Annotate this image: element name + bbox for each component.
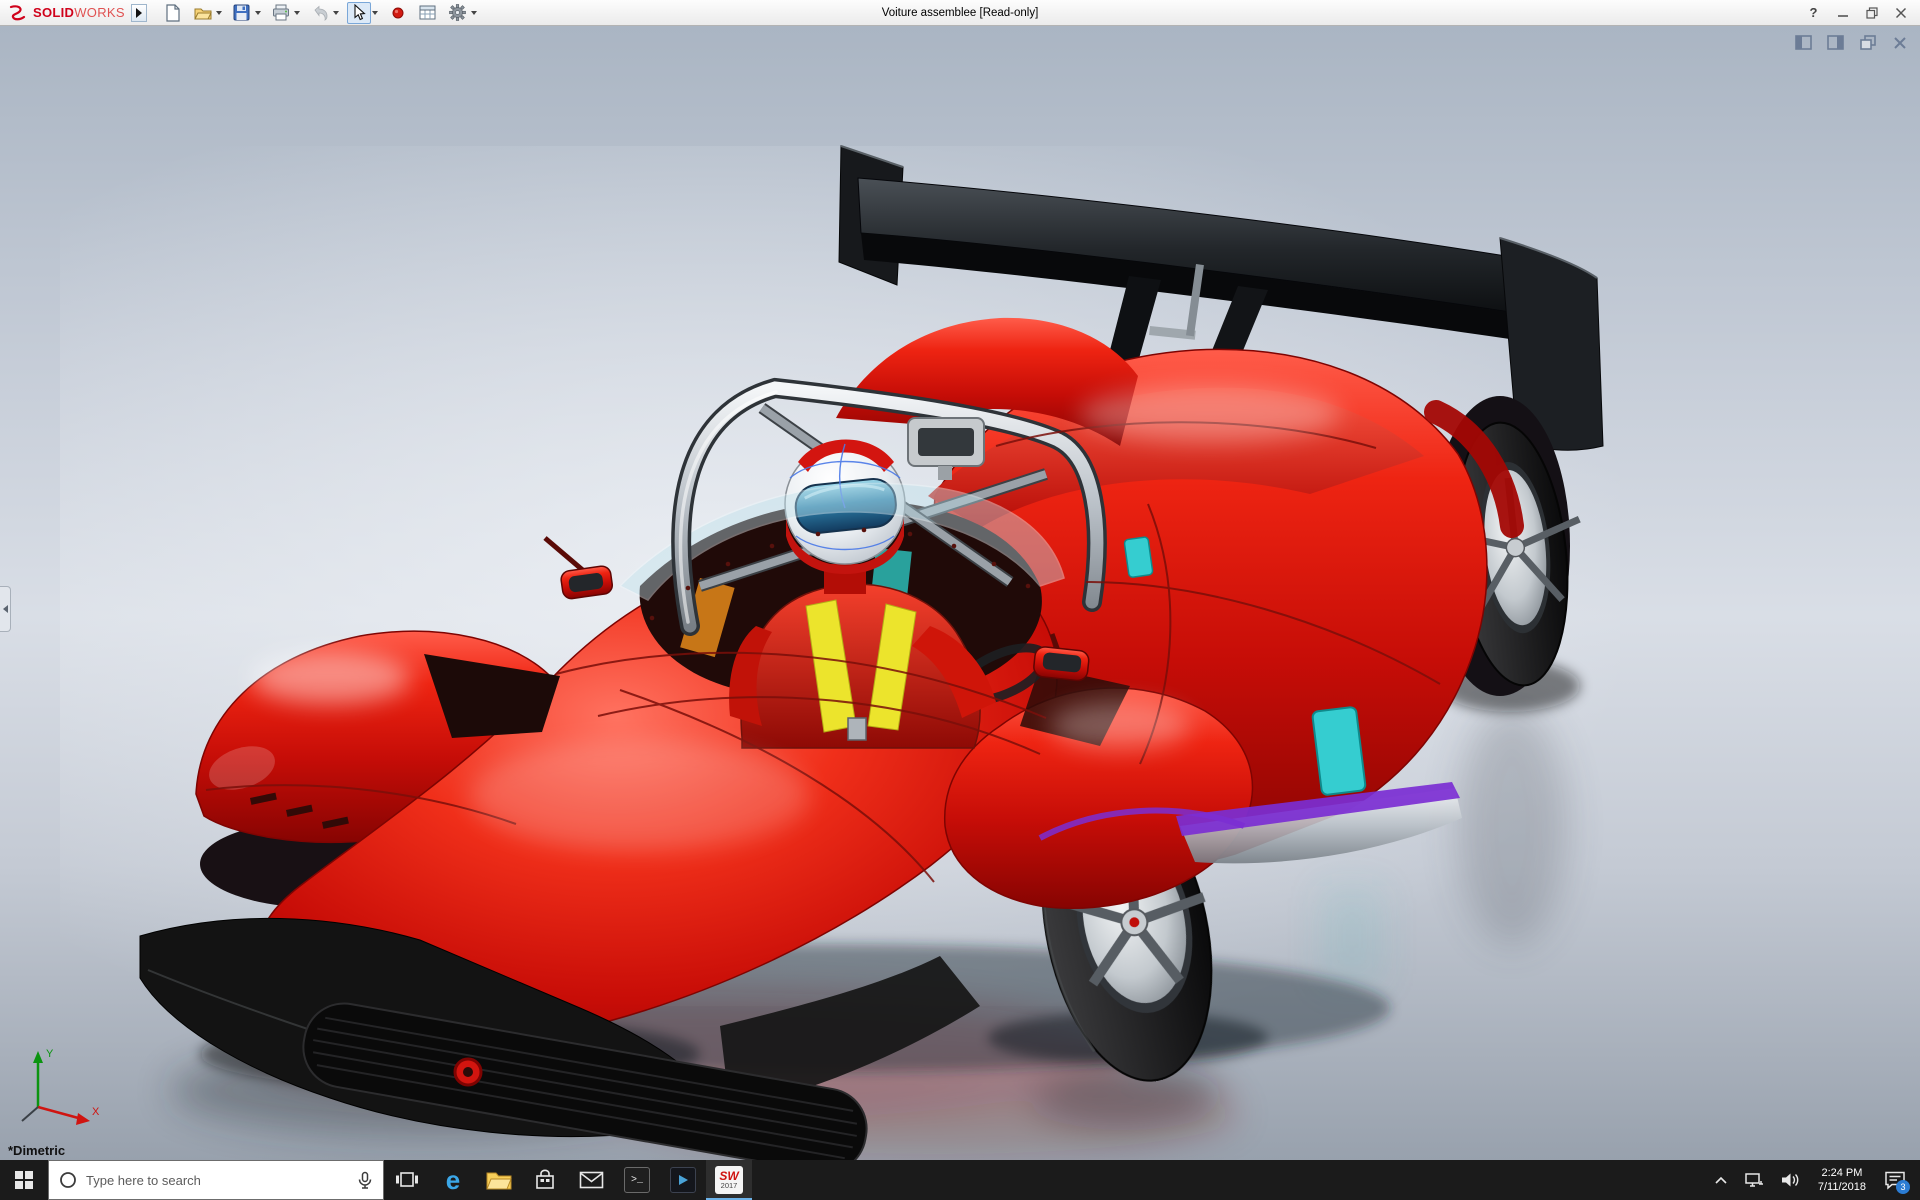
design-table-icon	[419, 5, 436, 20]
cortana-circle-icon	[60, 1172, 76, 1188]
windows-taskbar: e >_ SW 2017	[0, 1160, 1920, 1200]
taskbar-edge[interactable]: e	[430, 1160, 476, 1200]
close-document-icon	[1893, 36, 1906, 49]
minimize-icon	[1837, 14, 1848, 17]
print-icon	[272, 4, 289, 21]
close-icon	[1895, 7, 1906, 18]
triad-x-label: X	[92, 1106, 100, 1118]
taskbar-file-explorer[interactable]	[476, 1160, 522, 1200]
new-document-icon	[166, 3, 180, 22]
clock-date: 7/11/2018	[1817, 1181, 1866, 1193]
pane-left-button[interactable]	[1795, 35, 1812, 50]
chevron-up-icon	[1715, 1176, 1727, 1184]
pane-right-icon	[1827, 35, 1844, 50]
minimize-button[interactable]	[1829, 3, 1856, 23]
volume-button[interactable]	[1774, 1160, 1806, 1200]
console-icon: >_	[624, 1167, 650, 1193]
standard-toolbar	[161, 1, 483, 24]
edge-icon: e	[445, 1165, 461, 1195]
design-table-button[interactable]	[416, 2, 440, 24]
undo-icon	[314, 5, 328, 21]
save-icon	[233, 4, 250, 21]
taskbar-media-app[interactable]	[660, 1160, 706, 1200]
titlebar: SOLIDWORKS Voiture assemblee [Read-only]…	[0, 0, 1920, 26]
task-view-button[interactable]	[384, 1160, 430, 1200]
menu-flyout-button[interactable]	[130, 3, 147, 22]
hidden-icons-button[interactable]	[1708, 1160, 1734, 1200]
document-window-controls	[1795, 35, 1908, 50]
mail-icon	[579, 1171, 603, 1189]
taskbar-clock[interactable]: 2:24 PM 7/11/2018	[1810, 1166, 1874, 1194]
new-document-button[interactable]	[161, 2, 185, 24]
network-button[interactable]	[1738, 1160, 1770, 1200]
taskbar-search[interactable]	[48, 1160, 384, 1200]
notification-badge: 3	[1896, 1180, 1910, 1194]
cyan-side-panel	[1311, 706, 1367, 796]
print-button[interactable]	[269, 2, 293, 24]
brand-works: WORKS	[74, 4, 125, 20]
undo-button[interactable]	[308, 2, 332, 24]
brand-solid: SOLID	[33, 4, 75, 20]
action-center-button[interactable]: 3	[1878, 1160, 1912, 1200]
restore-document-icon	[1859, 35, 1876, 50]
taskbar-solidworks[interactable]: SW 2017	[706, 1160, 752, 1200]
ds-logo-icon	[9, 4, 26, 20]
restore-document-button[interactable]	[1859, 35, 1876, 50]
pane-left-icon	[1795, 35, 1812, 50]
clock-time: 2:24 PM	[1821, 1167, 1863, 1179]
system-tray: 2:24 PM 7/11/2018 3	[1708, 1160, 1920, 1200]
model-scene	[0, 26, 1920, 1160]
options-dropdown[interactable]	[470, 2, 479, 24]
open-button[interactable]	[191, 2, 215, 24]
solidworks-app-icon: SW 2017	[715, 1166, 743, 1194]
feature-panel-collapse-tab[interactable]	[0, 586, 11, 632]
solidworks-logo: SOLIDWORKS	[0, 4, 131, 22]
options-gear-icon	[449, 4, 467, 21]
graphics-area[interactable]: Y X *Dimetric	[0, 26, 1920, 1160]
print-dropdown[interactable]	[293, 2, 302, 24]
taskbar-store[interactable]	[522, 1160, 568, 1200]
task-view-icon	[396, 1172, 418, 1187]
help-button[interactable]: ?	[1800, 3, 1827, 23]
triad-y-label: Y	[46, 1048, 54, 1060]
view-orientation-label: *Dimetric	[8, 1143, 66, 1158]
close-document-button[interactable]	[1891, 35, 1908, 50]
restore-button[interactable]	[1858, 3, 1885, 23]
collapse-arrow-icon	[2, 605, 8, 613]
taskbar-mail[interactable]	[568, 1160, 614, 1200]
start-button[interactable]	[0, 1160, 48, 1200]
record-macro-icon	[392, 7, 404, 18]
cyan-deck-detail	[1123, 536, 1154, 578]
select-dropdown[interactable]	[371, 2, 380, 24]
undo-dropdown[interactable]	[332, 2, 341, 24]
pane-right-button[interactable]	[1827, 35, 1844, 50]
file-explorer-icon	[486, 1172, 512, 1190]
select-cursor-icon	[354, 4, 366, 21]
save-button[interactable]	[230, 2, 254, 24]
window-title: Voiture assemblee [Read-only]	[881, 6, 1039, 19]
store-icon	[536, 1169, 554, 1189]
record-macro-button[interactable]	[386, 2, 410, 24]
volume-icon	[1781, 1173, 1799, 1187]
windows-logo-icon	[15, 1171, 33, 1189]
open-icon	[194, 8, 212, 19]
microphone-icon[interactable]	[357, 1171, 373, 1189]
options-button[interactable]	[446, 2, 470, 24]
taskbar-console[interactable]: >_	[614, 1160, 660, 1200]
flyout-arrow-icon	[135, 7, 142, 18]
open-dropdown[interactable]	[215, 2, 224, 24]
select-button[interactable]	[346, 1, 371, 24]
media-app-icon	[670, 1167, 696, 1193]
save-dropdown[interactable]	[254, 2, 263, 24]
orientation-triad: Y X	[8, 1037, 104, 1138]
search-input[interactable]	[86, 1172, 348, 1188]
restore-icon	[1865, 6, 1878, 19]
close-button[interactable]	[1887, 3, 1914, 23]
network-icon	[1745, 1173, 1763, 1187]
